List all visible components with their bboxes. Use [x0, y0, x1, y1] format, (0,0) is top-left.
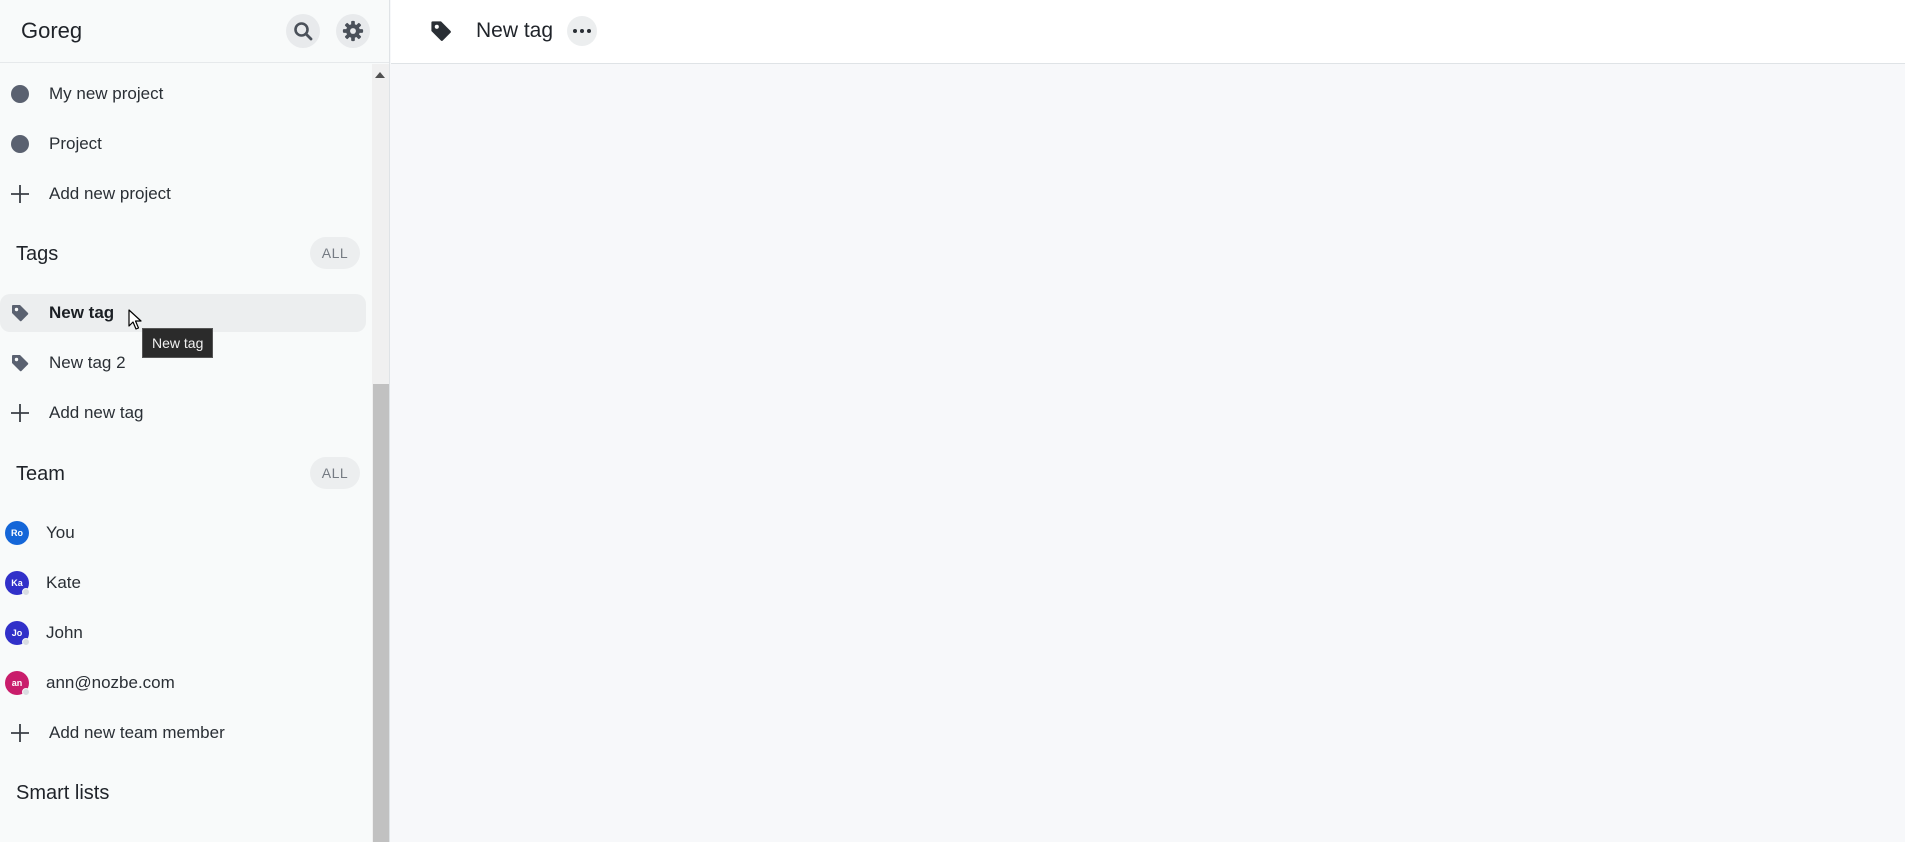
main-content — [391, 65, 1905, 842]
sidebar-list[interactable]: My new project Project Add new project T… — [0, 64, 372, 842]
tags-all-button[interactable]: ALL — [310, 237, 360, 269]
avatar-initials: Jo — [11, 628, 23, 638]
gear-icon — [342, 20, 364, 42]
tag-icon — [11, 355, 28, 372]
team-member-item[interactable]: Ka Kate — [0, 564, 366, 602]
tag-item-label: New tag — [49, 303, 115, 322]
team-member-label: You — [46, 523, 75, 542]
scrollbar-thumb[interactable] — [373, 384, 389, 842]
tags-section-title: Tags — [16, 243, 59, 265]
more-horizontal-icon — [573, 29, 577, 33]
add-tag-label: Add new tag — [49, 403, 144, 422]
main-header: New tag — [391, 0, 1905, 64]
tooltip: New tag — [142, 328, 214, 358]
project-dot-icon — [10, 135, 29, 153]
add-project-label: Add new project — [49, 184, 171, 203]
tag-icon — [11, 305, 28, 322]
presence-indicator — [22, 688, 30, 696]
sidebar-header: Goreg — [0, 0, 389, 63]
smart-lists-section-title: Smart lists — [16, 782, 110, 804]
team-section-title: Team — [16, 463, 65, 485]
scroll-up-arrow-icon[interactable] — [375, 72, 385, 78]
avatar: Ka — [5, 571, 30, 596]
project-dot-icon — [10, 85, 29, 103]
avatar-initials: Ka — [11, 578, 23, 588]
avatar-initials: Ro — [11, 528, 23, 538]
plus-icon — [10, 185, 29, 203]
team-member-label: John — [46, 623, 83, 642]
sidebar: Goreg My new project Project Add new pro… — [0, 0, 390, 842]
avatar-initials: an — [11, 678, 23, 688]
mouse-cursor-icon — [128, 309, 142, 330]
avatar: Ro — [5, 521, 29, 545]
settings-button[interactable] — [336, 14, 370, 48]
project-item-label: Project — [49, 134, 102, 153]
project-item-label: My new project — [49, 84, 164, 103]
presence-indicator — [22, 638, 30, 646]
search-button[interactable] — [286, 14, 320, 48]
plus-icon — [10, 404, 29, 422]
team-member-item[interactable]: Ro You — [0, 514, 366, 552]
team-member-label: ann@nozbe.com — [46, 673, 175, 692]
avatar: Jo — [5, 621, 30, 646]
add-team-member-button[interactable]: Add new team member — [0, 714, 366, 752]
project-item[interactable]: Project — [0, 125, 366, 163]
sidebar-scrollbar[interactable] — [372, 64, 389, 842]
more-options-button[interactable] — [567, 16, 597, 46]
sidebar-item-new-tag[interactable]: New tag — [0, 294, 366, 332]
add-team-member-label: Add new team member — [49, 723, 225, 742]
team-member-item[interactable]: an ann@nozbe.com — [0, 664, 366, 702]
project-item[interactable]: My new project — [0, 75, 366, 113]
add-tag-button[interactable]: Add new tag — [0, 394, 366, 432]
more-horizontal-icon-dot — [580, 29, 584, 33]
page-title[interactable]: New tag — [476, 19, 553, 43]
avatar: an — [5, 671, 30, 696]
presence-indicator — [22, 588, 30, 596]
tag-icon — [431, 21, 451, 41]
workspace-name[interactable]: Goreg — [21, 18, 82, 44]
add-project-button[interactable]: Add new project — [0, 175, 366, 213]
team-member-label: Kate — [46, 573, 81, 592]
team-member-item[interactable]: Jo John — [0, 614, 366, 652]
plus-icon — [10, 724, 29, 742]
search-icon — [294, 22, 313, 41]
team-all-button[interactable]: ALL — [310, 457, 360, 489]
more-horizontal-icon-dot — [587, 29, 591, 33]
tag-item-label: New tag 2 — [49, 353, 126, 372]
